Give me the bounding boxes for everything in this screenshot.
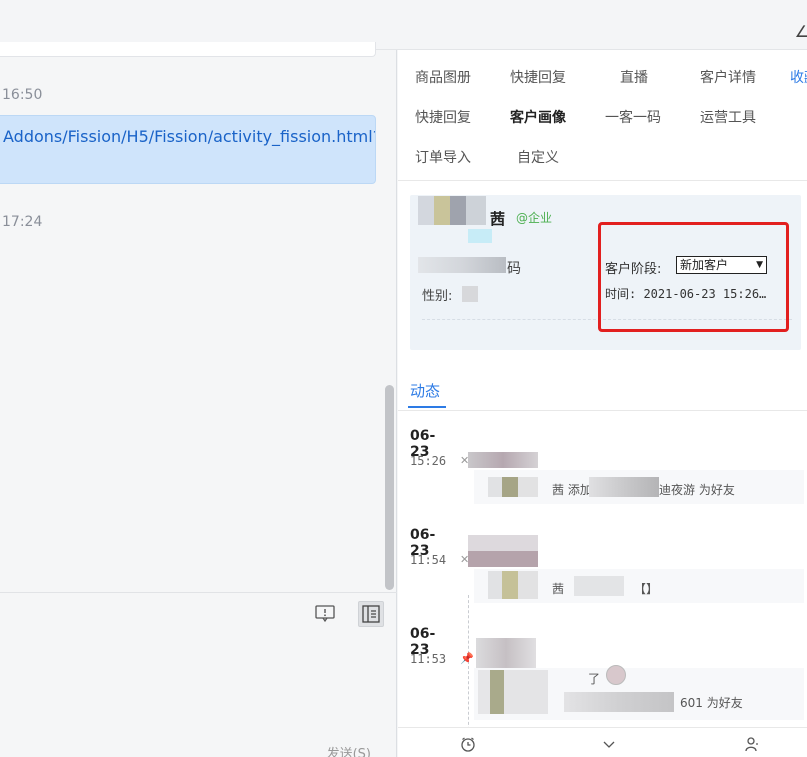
blurred-text: [488, 571, 538, 599]
tab-favorites[interactable]: 收藏: [790, 67, 807, 87]
blurred-gender: [462, 286, 478, 302]
side-panel: 商品图册 快捷回复 直播 客户详情 收藏 快捷回复 客户画像 一客一码 运营工具…: [398, 50, 807, 757]
blurred-code: [418, 257, 506, 273]
blurred-text: [488, 477, 538, 497]
clock-icon[interactable]: [460, 736, 476, 756]
blurred-detail: [468, 229, 492, 243]
blurred-text: [589, 477, 659, 497]
timeline-line: [468, 595, 469, 735]
tab-quick-reply-2[interactable]: 快捷回复: [415, 107, 471, 127]
chat-panel: 16:50 Addons/Fission/H5/Fission/activity…: [0, 42, 397, 757]
link-message-text[interactable]: Addons/Fission/H5/Fission/activity_fissi…: [3, 127, 375, 146]
tab-quick-reply[interactable]: 快捷回复: [510, 67, 566, 87]
message-timestamp: 16:50: [2, 87, 43, 103]
pin-icon: 📌: [460, 652, 474, 665]
message-timestamp: 17:24: [2, 214, 43, 230]
message-input-area[interactable]: 发送(S): [0, 592, 397, 757]
activity-text: 【】: [634, 582, 659, 596]
tab-custom[interactable]: 自定义: [517, 147, 559, 167]
chat-scrollbar[interactable]: [385, 385, 394, 590]
send-button[interactable]: 发送(S): [327, 743, 371, 757]
avatar: [606, 665, 626, 685]
activity-text: 601 为好友: [680, 696, 743, 710]
window-control-icon[interactable]: ∠: [795, 22, 807, 41]
activity-time: 11:53: [410, 652, 447, 666]
previous-message-bubble: [0, 42, 376, 57]
tool-tabs: 商品图册 快捷回复 直播 客户详情 收藏 快捷回复 客户画像 一客一码 运营工具…: [398, 50, 807, 181]
activity-text: 茜: [552, 582, 565, 596]
tab-activity[interactable]: 动态: [410, 380, 440, 401]
activity-body: 茜 【】: [474, 569, 804, 603]
corp-tag: @企业: [516, 211, 553, 225]
message-alert-icon[interactable]: [312, 601, 338, 627]
activity-time: 15:26: [410, 454, 447, 468]
link-message-bubble[interactable]: Addons/Fission/H5/Fission/activity_fissi…: [0, 115, 376, 184]
blurred-text: [478, 670, 548, 714]
tab-operation-tools[interactable]: 运营工具: [700, 107, 756, 127]
blurred-avatar: [418, 196, 486, 225]
feed-divider: [398, 410, 807, 411]
blurred-text: [574, 576, 624, 596]
tab-customer-portrait[interactable]: 客户画像: [510, 107, 566, 127]
activity-text: 迪夜游 为好友: [659, 483, 735, 497]
tab-customer-details[interactable]: 客户详情: [700, 67, 756, 87]
tag-icon[interactable]: [601, 736, 617, 756]
blurred-operator: [476, 638, 536, 668]
highlight-annotation: [598, 222, 789, 332]
customer-code: 码: [507, 261, 521, 277]
bottom-toolbar: [398, 727, 807, 757]
activity-text: 了: [588, 672, 601, 686]
tab-order-import[interactable]: 订单导入: [415, 147, 471, 167]
customer-panel-icon[interactable]: [358, 601, 384, 627]
blurred-text: [564, 692, 674, 712]
tab-one-customer-one-code[interactable]: 一客一码: [605, 107, 661, 127]
gender-label: 性别:: [422, 289, 453, 304]
blurred-operator: [468, 452, 538, 468]
tab-live[interactable]: 直播: [620, 67, 648, 87]
activity-body: 茜 添加 迪夜游 为好友: [474, 470, 804, 504]
customer-name: 茜: [490, 210, 506, 228]
tab-product-gallery[interactable]: 商品图册: [415, 67, 471, 87]
tab-activity-underline: [408, 406, 446, 408]
activity-body: 了 601 为好友: [474, 665, 804, 720]
app-window: ∠ 16:50 Addons/Fission/H5/Fission/activi…: [0, 0, 807, 757]
blurred-operator: [468, 535, 538, 567]
user-icon[interactable]: [744, 736, 760, 756]
activity-text: 茜 添加: [552, 483, 592, 497]
activity-time: 11:54: [410, 553, 447, 567]
